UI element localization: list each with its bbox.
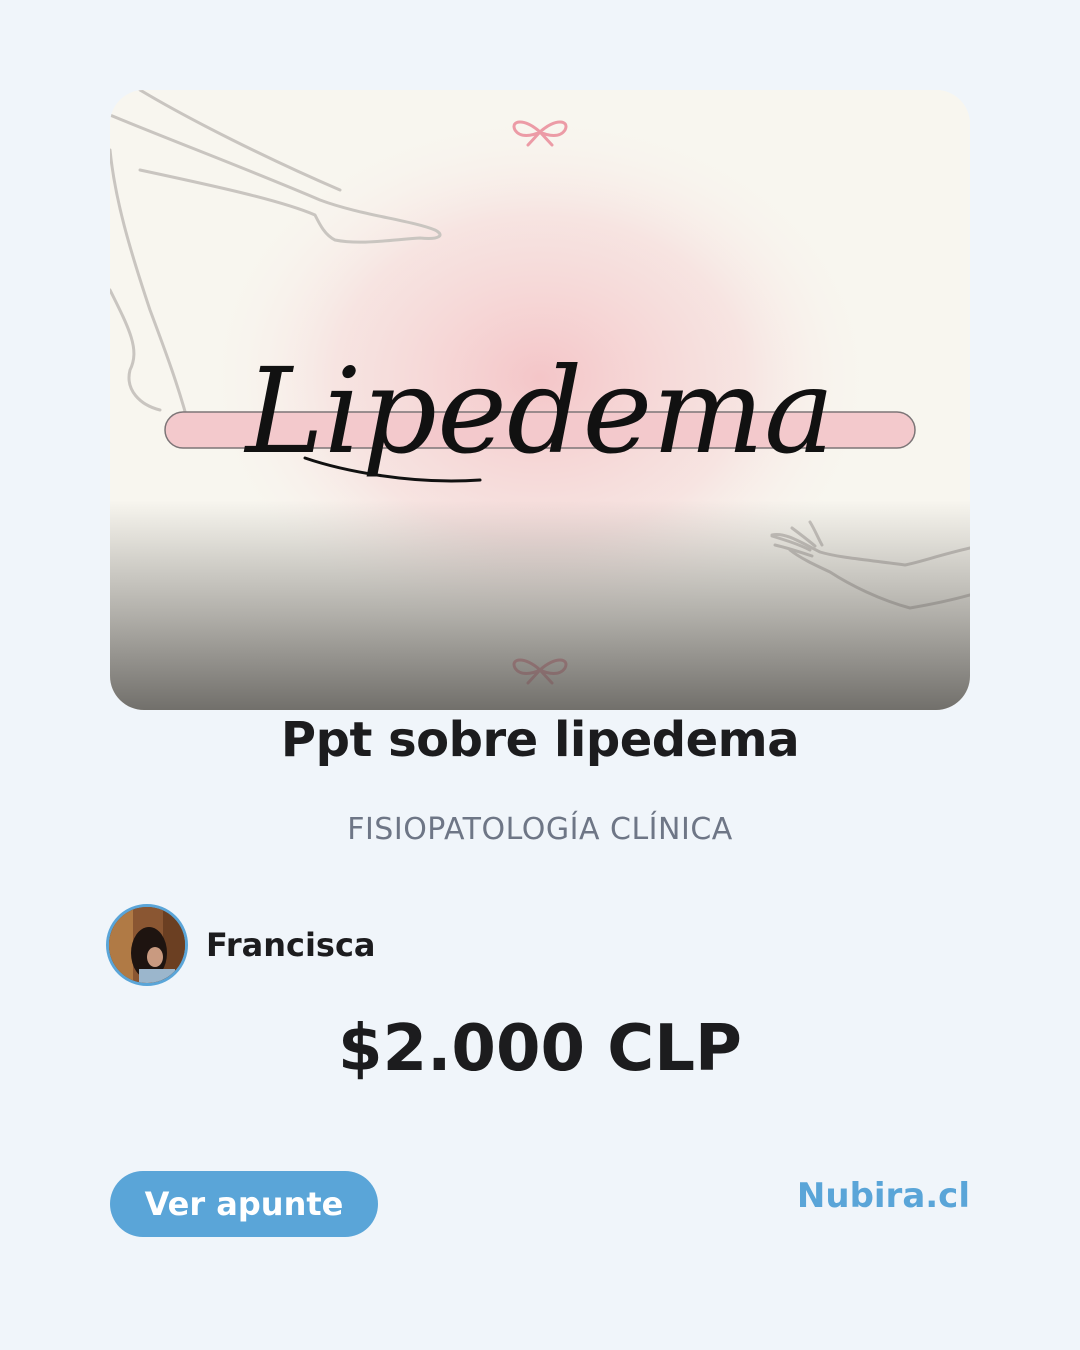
author-name[interactable]: Francisca [206, 926, 376, 964]
avatar[interactable] [106, 904, 188, 986]
subject-label: FISIOPATOLOGÍA CLÍNICA [347, 812, 733, 847]
brand-link[interactable]: Nubira.cl [797, 1176, 970, 1216]
listing-title: Ppt sobre lipedema [280, 712, 800, 768]
cover-image[interactable]: Lipedema [110, 90, 970, 710]
cover-word: Lipedema [243, 342, 834, 480]
cover-illustration: Lipedema [110, 90, 970, 710]
view-note-button[interactable]: Ver apunte [110, 1171, 378, 1237]
listing-card: Lipedema Ppt sobre lipedema FISIOPATOLOG… [0, 0, 1080, 1350]
user-photo-icon [109, 907, 185, 983]
price: $2.000 CLP [338, 1012, 742, 1086]
author-row[interactable]: Francisca [106, 904, 376, 986]
